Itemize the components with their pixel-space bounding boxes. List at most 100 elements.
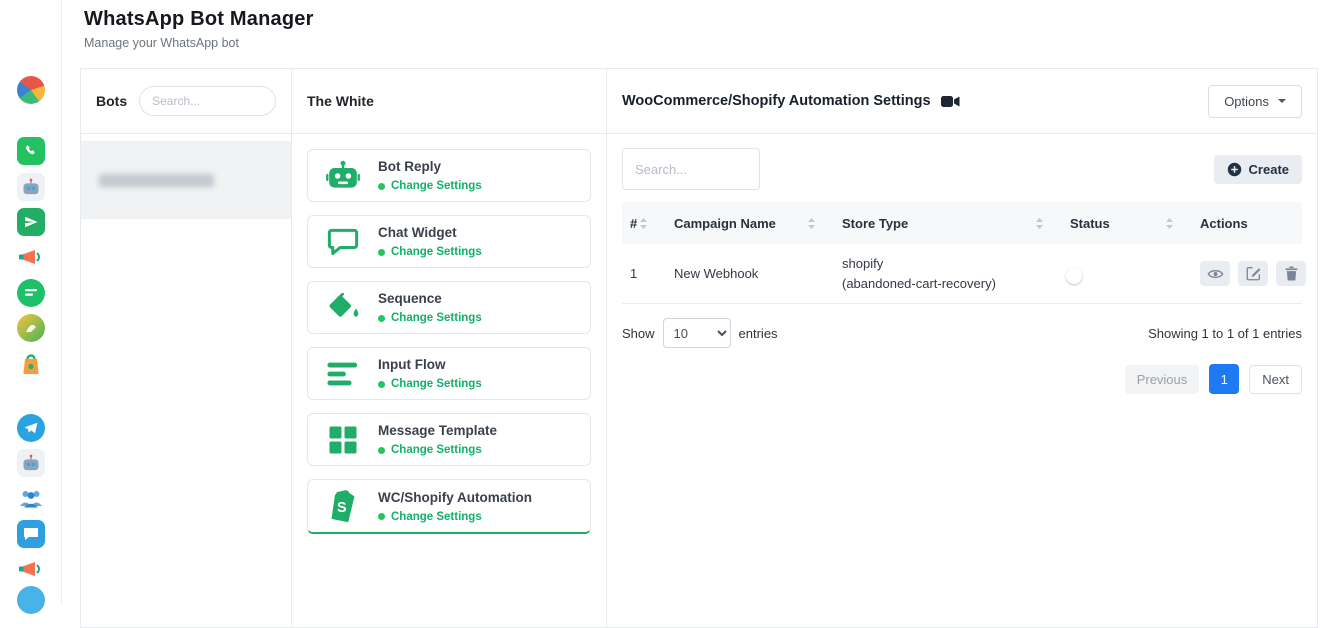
column-header-store[interactable]: Store Type — [834, 216, 1062, 231]
bots-panel: Bots — [81, 69, 292, 627]
whatsapp-icon[interactable] — [17, 137, 45, 165]
message-template-icon — [320, 425, 366, 455]
showing-entries-text: Showing 1 to 1 of 1 entries — [1148, 326, 1302, 341]
table-search-input[interactable] — [622, 148, 760, 190]
bots-panel-header: Bots — [81, 69, 291, 134]
selected-bot-name: The White — [307, 93, 374, 109]
send-icon[interactable] — [17, 208, 45, 236]
table-footer: Show 10 entries Showing 1 to 1 of 1 entr… — [622, 318, 1302, 348]
video-camera-icon[interactable] — [941, 95, 960, 108]
delete-button[interactable] — [1276, 261, 1306, 286]
status-dot — [378, 447, 385, 454]
change-settings-link[interactable]: Change Settings — [391, 180, 482, 192]
next-page-button[interactable]: Next — [1249, 365, 1302, 394]
page: WhatsApp Bot Manager Manage your WhatsAp… — [62, 0, 1325, 604]
status-cell — [1062, 264, 1192, 283]
megaphone-icon[interactable] — [17, 243, 45, 271]
sequence-icon — [320, 293, 366, 323]
feature-card-wc-shopify-automation[interactable]: S WC/Shopify Automation Change Settings — [307, 479, 591, 534]
trash-icon — [1285, 266, 1298, 281]
previous-page-button[interactable]: Previous — [1125, 365, 1200, 394]
plus-circle-icon — [1227, 162, 1242, 177]
browser-icon[interactable] — [17, 76, 45, 104]
feature-title: Input Flow — [378, 357, 482, 372]
toggle-knob — [1066, 268, 1082, 284]
campaigns-table: # Campaign Name Store Type Status — [622, 202, 1302, 304]
bots-search-input[interactable] — [139, 86, 276, 116]
features-panel-header: The White — [292, 69, 606, 134]
chatbot-icon[interactable] — [17, 173, 45, 201]
column-header-status[interactable]: Status — [1062, 216, 1192, 231]
automation-panel-header: WooCommerce/Shopify Automation Settings … — [607, 69, 1317, 134]
feature-card-sequence[interactable]: Sequence Change Settings — [307, 281, 591, 334]
create-label: Create — [1249, 162, 1289, 177]
page-title: WhatsApp Bot Manager — [84, 8, 1325, 31]
campaign-name-cell: New Webhook — [666, 264, 834, 283]
feature-card-message-template[interactable]: Message Template Change Settings — [307, 413, 591, 466]
bots-title: Bots — [96, 93, 127, 109]
change-settings-link[interactable]: Change Settings — [391, 511, 482, 523]
column-header-actions: Actions — [1192, 216, 1302, 231]
sort-icon — [1035, 218, 1044, 229]
bot-name-redacted — [99, 174, 214, 187]
status-dot — [378, 315, 385, 322]
bird-icon[interactable] — [17, 314, 45, 342]
edit-button[interactable] — [1238, 261, 1268, 286]
chat-widget-icon — [320, 227, 366, 257]
feature-title: Bot Reply — [378, 159, 482, 174]
sort-icon — [639, 218, 648, 229]
table-row: 1 New Webhook shopify (abandoned-cart-re… — [622, 244, 1302, 304]
change-settings-link[interactable]: Change Settings — [391, 378, 482, 390]
feature-card-bot-reply[interactable]: Bot Reply Change Settings — [307, 149, 591, 202]
feature-card-input-flow[interactable]: Input Flow Change Settings — [307, 347, 591, 400]
chevron-down-icon — [1278, 99, 1286, 103]
column-header-campaign[interactable]: Campaign Name — [666, 216, 834, 231]
page-size-select[interactable]: 10 — [663, 318, 731, 348]
options-button[interactable]: Options — [1208, 85, 1302, 118]
bot-list-item[interactable] — [81, 141, 291, 219]
app-sidebar — [0, 0, 62, 604]
status-dot — [378, 381, 385, 388]
feature-card-chat-widget[interactable]: Chat Widget Change Settings — [307, 215, 591, 268]
telegram-icon[interactable] — [17, 414, 45, 442]
group-icon[interactable] — [17, 484, 45, 512]
column-header-num[interactable]: # — [622, 216, 666, 231]
options-label: Options — [1224, 94, 1269, 109]
page-header: WhatsApp Bot Manager Manage your WhatsAp… — [62, 0, 1325, 50]
panel-title: WooCommerce/Shopify Automation Settings — [622, 93, 931, 109]
sort-icon — [807, 218, 816, 229]
change-settings-link[interactable]: Change Settings — [391, 312, 482, 324]
store-type-cell: shopify (abandoned-cart-recovery) — [834, 252, 1062, 295]
broadcast-icon[interactable] — [17, 555, 45, 583]
view-button[interactable] — [1200, 261, 1230, 286]
page-subtitle: Manage your WhatsApp bot — [84, 36, 1325, 50]
chat-icon[interactable] — [17, 279, 45, 307]
feature-title: Chat Widget — [378, 225, 482, 240]
entries-label: entries — [739, 326, 778, 341]
feature-title: WC/Shopify Automation — [378, 490, 532, 505]
create-button[interactable]: Create — [1214, 155, 1302, 184]
show-label: Show — [622, 326, 655, 341]
sort-icon — [1165, 218, 1174, 229]
status-dot — [378, 249, 385, 256]
change-settings-link[interactable]: Change Settings — [391, 444, 482, 456]
status-dot — [378, 513, 385, 520]
feature-list: Bot Reply Change Settings Chat Widget Ch… — [292, 134, 606, 547]
live-chat-icon[interactable] — [17, 520, 45, 548]
pagination: Previous 1 Next — [622, 364, 1302, 394]
row-number: 1 — [622, 264, 666, 283]
telegram-bot-icon[interactable] — [17, 449, 45, 477]
partial-app-icon[interactable] — [17, 586, 45, 614]
shop-bag-icon[interactable] — [17, 350, 45, 378]
bot-reply-icon — [320, 160, 366, 192]
view-icon — [1207, 268, 1224, 280]
feature-title: Sequence — [378, 291, 482, 306]
shopify-icon: S — [320, 489, 366, 523]
actions-cell — [1192, 259, 1312, 288]
current-page-button[interactable]: 1 — [1209, 364, 1239, 394]
features-panel: The White Bot Reply Change Settings — [292, 69, 607, 627]
feature-title: Message Template — [378, 423, 497, 438]
change-settings-link[interactable]: Change Settings — [391, 246, 482, 258]
status-dot — [378, 183, 385, 190]
bot-manager-card: Bots The White Bot Reply — [80, 68, 1318, 628]
